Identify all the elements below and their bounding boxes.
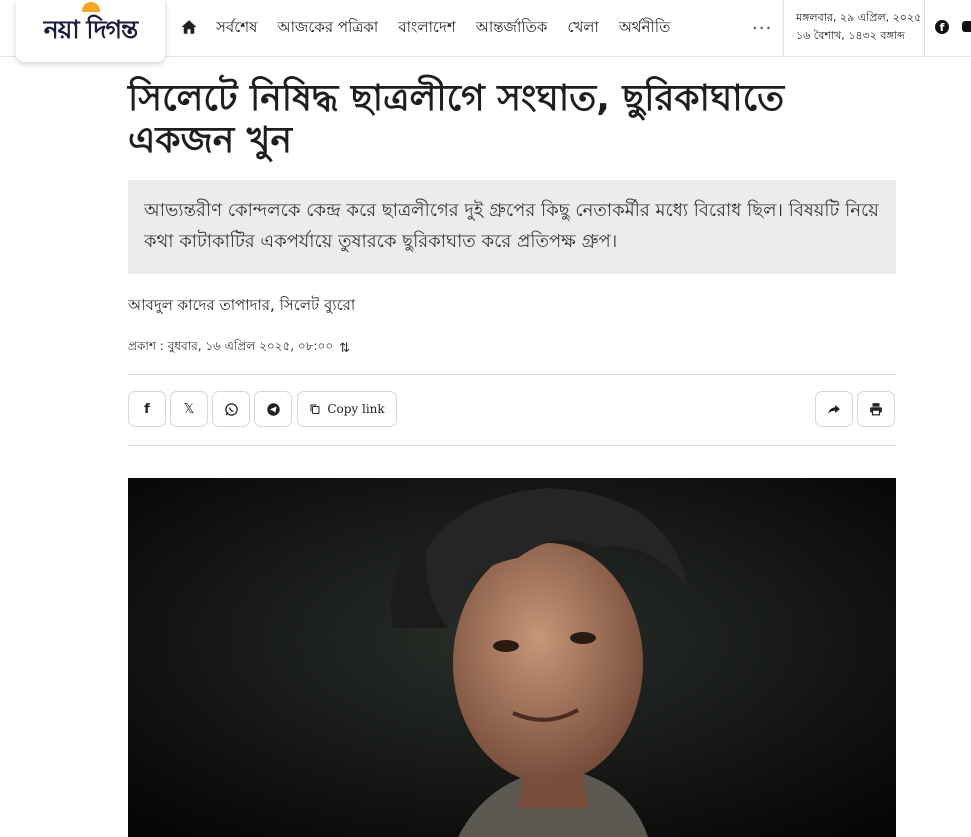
site-logo[interactable]: নয়া দিগন্ত — [16, 0, 165, 62]
nav-item-latest[interactable]: সর্বশেষ — [216, 16, 257, 41]
divider-top — [128, 374, 896, 375]
more-menu-icon[interactable]: ··· — [752, 18, 772, 39]
x-icon: 𝕏 — [183, 401, 195, 417]
article-byline[interactable]: আবদুল কাদের তাপাদার, সিলেট ব্যুরো — [128, 294, 355, 319]
whatsapp-icon — [224, 402, 238, 416]
article-photo — [128, 478, 896, 837]
date-bangla: ১৬ বৈশাখ, ১৪৩২ বঙ্গাব্দ — [796, 29, 905, 42]
share-button[interactable] — [815, 391, 853, 427]
home-icon[interactable] — [180, 18, 198, 36]
facebook-icon[interactable]: f — [935, 20, 949, 34]
nav-item-bangladesh[interactable]: বাংলাদেশ — [398, 16, 455, 41]
share-facebook-button[interactable]: f — [128, 391, 166, 427]
header-date: মঙ্গলবার, ২৯ এপ্রিল, ২০২৫ ১৬ বৈশাখ, ১৪৩২… — [783, 0, 925, 56]
copy-link-button[interactable]: Copy link — [297, 391, 397, 427]
facebook-icon: f — [144, 401, 150, 417]
print-button[interactable] — [857, 391, 895, 427]
print-icon — [870, 403, 882, 416]
publish-date: প্রকাশ : বুধবার, ১৬ এপ্রিল ২০২৫, ০৮:০০ — [128, 339, 334, 353]
copy-icon — [310, 404, 320, 414]
publish-info: প্রকাশ : বুধবার, ১৬ এপ্রিল ২০২৫, ০৮:০০ ⇅ — [128, 338, 350, 358]
logo-sun-icon — [81, 1, 100, 12]
nav-item-sports[interactable]: খেলা — [567, 16, 598, 41]
telegram-icon — [266, 402, 280, 416]
copy-link-label: Copy link — [327, 402, 385, 416]
main-nav: সর্বশেষ আজকের পত্রিকা বাংলাদেশ আন্তর্জাত… — [216, 0, 670, 56]
nav-item-international[interactable]: আন্তর্জাতিক — [476, 16, 548, 41]
sort-icon[interactable]: ⇅ — [339, 341, 350, 356]
youtube-icon[interactable] — [962, 21, 971, 32]
site-header: নয়া দিগন্ত সর্বশেষ আজকের পত্রিকা বাংলাদ… — [0, 0, 971, 62]
share-x-button[interactable]: 𝕏 — [170, 391, 208, 427]
nav-item-economy[interactable]: অর্থনীতি — [619, 16, 671, 41]
share-whatsapp-button[interactable] — [212, 391, 250, 427]
article-summary: আভ্যন্তরীণ কোন্দলকে কেন্দ্র করে ছাত্রলীগ… — [128, 180, 896, 274]
date-gregorian: মঙ্গলবার, ২৯ এপ্রিল, ২০২৫ — [796, 11, 922, 24]
share-toolbar: f 𝕏 Copy link — [128, 391, 896, 429]
share-icon — [828, 404, 840, 414]
article-photo-portrait — [128, 478, 896, 837]
divider-bottom — [128, 445, 896, 446]
logo-text: নয়া দিগন্ত — [43, 14, 139, 44]
article-headline: সিলেটে নিষিদ্ধ ছাত্রলীগে সংঘাত, ছুরিকাঘা… — [128, 78, 785, 161]
share-telegram-button[interactable] — [254, 391, 292, 427]
nav-item-todays-paper[interactable]: আজকের পত্রিকা — [277, 16, 378, 41]
